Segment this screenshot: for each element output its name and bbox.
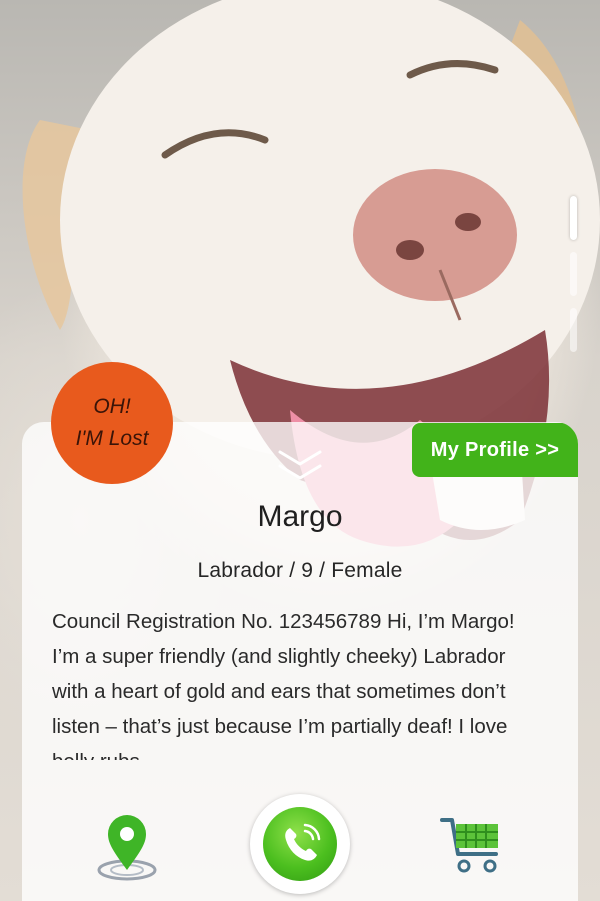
pet-info-card: My Profile >> Margo Labrador / 9 / Femal… (22, 422, 578, 901)
lost-badge-line1: OH! (93, 395, 131, 418)
pet-description: Council Registration No. 123456789 Hi, I… (52, 610, 515, 760)
lost-badge-line2: I'M Lost (75, 427, 149, 450)
pager-dot-1[interactable] (570, 196, 577, 240)
my-profile-button[interactable]: My Profile >> (412, 423, 578, 477)
pager-dot-2[interactable] (570, 252, 577, 296)
pet-name: Margo (257, 500, 343, 533)
chevron-down-icon[interactable] (277, 448, 323, 484)
pager-dot-3[interactable] (570, 308, 577, 352)
call-button[interactable] (250, 794, 350, 894)
location-pin-icon[interactable] (94, 812, 160, 882)
pet-breed-age-sex: Labrador / 9 / Female (197, 559, 403, 582)
photo-pager (570, 196, 578, 364)
lost-badge: OH! I'M Lost (51, 362, 173, 484)
shopping-cart-icon[interactable] (440, 814, 506, 878)
phone-call-icon (285, 823, 321, 861)
